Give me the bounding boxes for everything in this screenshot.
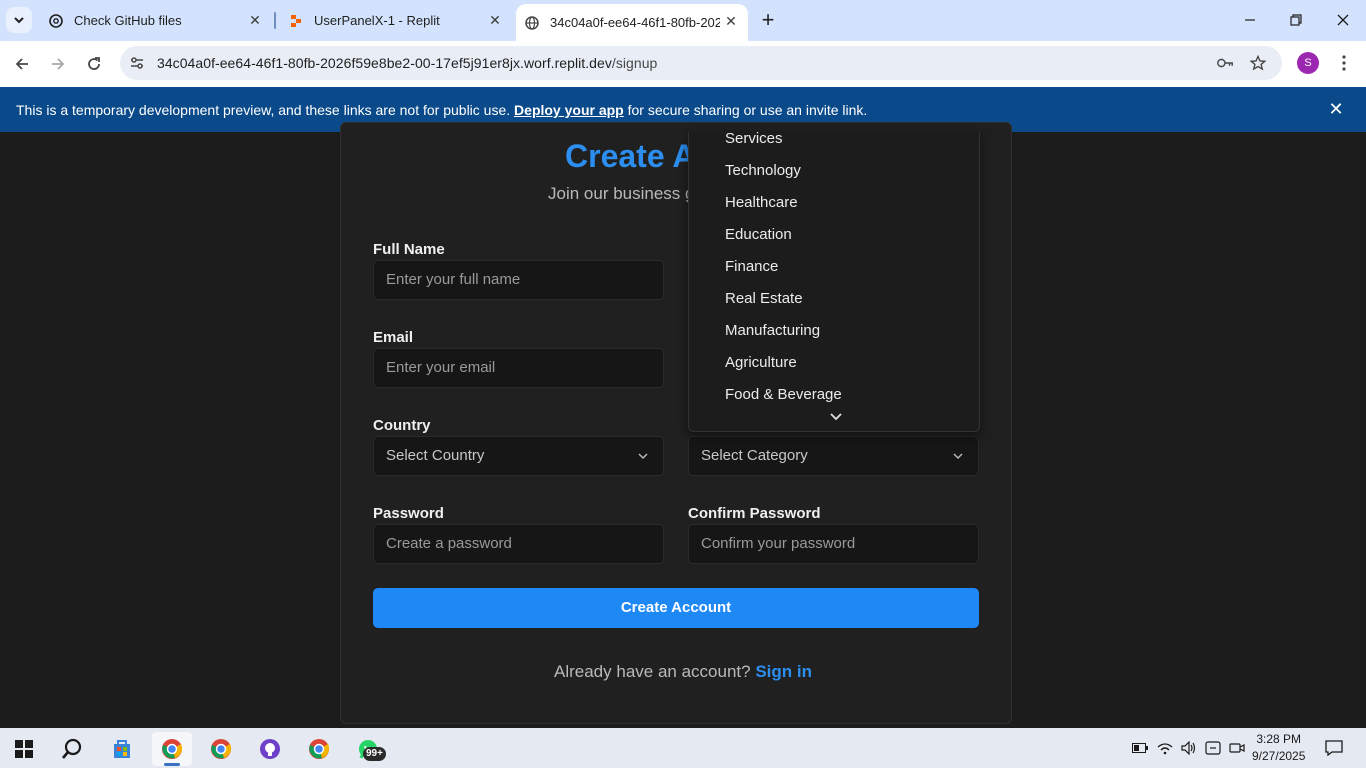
meet-now-icon[interactable] <box>1205 740 1221 756</box>
url-path: /signup <box>611 55 658 71</box>
chrome-profile-s-icon[interactable] <box>152 732 192 766</box>
dropdown-option[interactable]: Finance <box>725 258 778 275</box>
reload-icon[interactable] <box>82 52 106 76</box>
browser-tab-strip: Check GitHub files ✕ UserPanelX-1 - Repl… <box>0 0 1366 41</box>
deploy-app-link[interactable]: Deploy your app <box>514 102 624 118</box>
camera-icon[interactable] <box>1229 740 1245 756</box>
password-input[interactable]: Create a password <box>373 524 664 564</box>
dropdown-option[interactable]: Manufacturing <box>725 322 820 339</box>
chevron-down-icon <box>638 453 648 459</box>
confirm-password-input[interactable]: Confirm your password <box>688 524 979 564</box>
email-input[interactable]: Enter your email <box>373 348 664 388</box>
restore-icon[interactable] <box>1284 8 1308 32</box>
minimize-icon[interactable] <box>1238 8 1262 32</box>
full-name-label: Full Name <box>373 241 445 258</box>
profile-avatar[interactable]: S <box>1297 52 1319 74</box>
page-title: Create A <box>565 138 696 174</box>
close-tab-icon[interactable]: ✕ <box>724 14 738 28</box>
confirm-password-label: Confirm Password <box>688 505 821 522</box>
dropdown-option[interactable]: Technology <box>725 162 801 179</box>
volume-icon[interactable] <box>1181 740 1197 756</box>
dropdown-option[interactable]: Healthcare <box>725 194 798 211</box>
globe-icon <box>524 15 540 31</box>
scroll-down-chevron-icon[interactable] <box>829 412 843 422</box>
whatsapp-unread-badge: 99+ <box>363 747 386 761</box>
chevron-down-icon <box>14 17 24 24</box>
forward-arrow-icon[interactable] <box>46 52 70 76</box>
signin-prompt: Already have an account? <box>554 662 751 681</box>
github-desktop-icon[interactable] <box>250 732 290 766</box>
clock-date: 9/27/2025 <box>1252 749 1306 763</box>
tab-search-button[interactable] <box>6 7 32 33</box>
category-dropdown-list: Services Technology Healthcare Education… <box>688 132 980 432</box>
clock-time: 3:28 PM <box>1256 732 1302 746</box>
chevron-down-icon <box>953 453 963 459</box>
back-arrow-icon[interactable] <box>10 52 34 76</box>
dropdown-option[interactable]: Food & Beverage <box>725 386 842 403</box>
tab-userpanelx[interactable]: UserPanelX-1 - Replit ✕ <box>280 0 512 41</box>
sign-in-link[interactable]: Sign in <box>755 662 812 681</box>
chrome-profile-k-icon[interactable] <box>201 732 241 766</box>
country-select[interactable]: Select Country <box>373 436 664 476</box>
tab-title: UserPanelX-1 - Replit <box>314 13 440 28</box>
password-key-icon[interactable] <box>1216 54 1234 72</box>
search-icon[interactable] <box>52 732 92 766</box>
microsoft-store-icon[interactable] <box>102 732 142 766</box>
close-tab-icon[interactable]: ✕ <box>488 13 502 27</box>
notification-center-icon[interactable] <box>1325 740 1343 757</box>
windows-start-icon[interactable] <box>4 732 44 766</box>
tab-title: 34c04a0f-ee64-46f1-80fb-2026 <box>550 15 720 30</box>
openai-icon <box>48 13 64 29</box>
create-account-button[interactable]: Create Account <box>373 588 979 628</box>
network-icon[interactable] <box>1157 740 1173 756</box>
new-tab-button[interactable]: + <box>758 9 778 31</box>
banner-text: This is a temporary development preview,… <box>16 102 867 118</box>
banner-text-before: This is a temporary development preview,… <box>16 102 511 118</box>
signin-prompt-row: Already have an account? Sign in <box>554 662 812 682</box>
battery-icon[interactable] <box>1132 740 1148 756</box>
dropdown-option[interactable]: Education <box>725 226 792 243</box>
tab-active-signup[interactable]: 34c04a0f-ee64-46f1-80fb-2026 ✕ <box>516 4 748 41</box>
signup-page: Create A Join our business g Full Name E… <box>0 122 1366 728</box>
windows-taskbar: 99+ 3:28 PM 9/27/2025 <box>0 728 1366 768</box>
category-select[interactable]: Select Category <box>688 436 979 476</box>
country-label: Country <box>373 417 431 434</box>
address-bar[interactable]: 34c04a0f-ee64-46f1-80fb-2026f59e8be2-00-… <box>120 46 1282 80</box>
browser-toolbar: 34c04a0f-ee64-46f1-80fb-2026f59e8be2-00-… <box>0 41 1366 87</box>
active-app-indicator <box>164 763 180 766</box>
banner-text-after: for secure sharing or use an invite link… <box>627 102 868 118</box>
page-subtitle: Join our business g <box>548 184 695 203</box>
system-clock[interactable]: 3:28 PM 9/27/2025 <box>1252 731 1305 765</box>
dropdown-option[interactable]: Agriculture <box>725 354 797 371</box>
password-label: Password <box>373 505 444 522</box>
category-select-value: Select Category <box>701 447 808 464</box>
close-tab-icon[interactable]: ✕ <box>248 13 262 27</box>
chrome-profile-m-icon[interactable] <box>299 732 339 766</box>
close-window-icon[interactable] <box>1331 8 1355 32</box>
full-name-input[interactable]: Enter your full name <box>373 260 664 300</box>
dropdown-option[interactable]: Real Estate <box>725 290 803 307</box>
tab-separator <box>274 12 276 29</box>
dropdown-option[interactable]: Services <box>725 132 783 147</box>
url-host: 34c04a0f-ee64-46f1-80fb-2026f59e8be2-00-… <box>157 55 612 71</box>
bookmark-star-icon[interactable] <box>1249 54 1267 72</box>
browser-menu-icon[interactable] <box>1334 52 1354 74</box>
close-banner-icon[interactable]: ✕ <box>1327 100 1345 118</box>
tab-title: Check GitHub files <box>74 13 182 28</box>
replit-icon <box>288 13 304 29</box>
site-settings-icon[interactable] <box>128 54 146 72</box>
tab-check-github[interactable]: Check GitHub files ✕ <box>40 0 272 41</box>
country-select-value: Select Country <box>386 447 485 464</box>
email-label: Email <box>373 329 414 346</box>
url-text: 34c04a0f-ee64-46f1-80fb-2026f59e8be2-00-… <box>157 55 657 71</box>
